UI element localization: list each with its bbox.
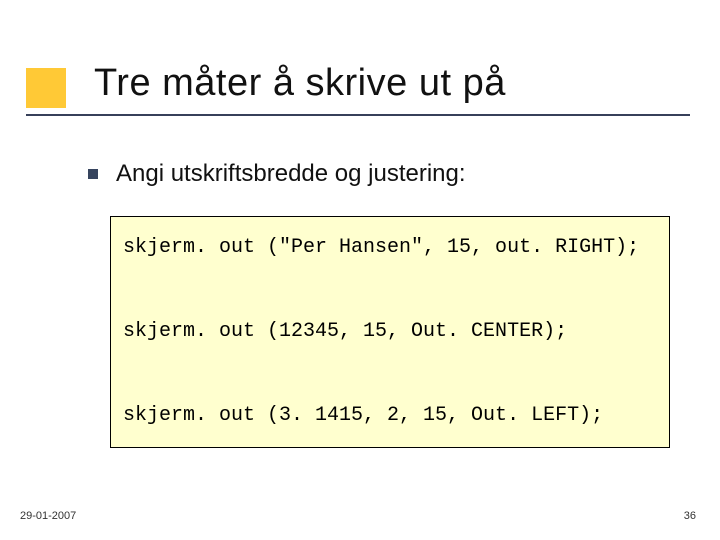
bullet-item: Angi utskriftsbredde og justering:: [88, 160, 670, 188]
slide: Tre måter å skrive ut på Angi utskriftsb…: [0, 0, 720, 540]
slide-title: Tre måter å skrive ut på: [94, 62, 690, 105]
title-area: Tre måter å skrive ut på: [26, 62, 690, 105]
body-area: Angi utskriftsbredde og justering: skjer…: [88, 160, 670, 448]
code-block: skjerm. out ("Per Hansen", 15, out. RIGH…: [110, 216, 670, 448]
title-underline: [26, 114, 690, 116]
page-number: 36: [684, 510, 696, 522]
bullet-text: Angi utskriftsbredde og justering:: [116, 160, 466, 188]
accent-square: [26, 68, 66, 108]
square-bullet-icon: [88, 169, 98, 179]
footer-date: 29-01-2007: [20, 510, 76, 522]
